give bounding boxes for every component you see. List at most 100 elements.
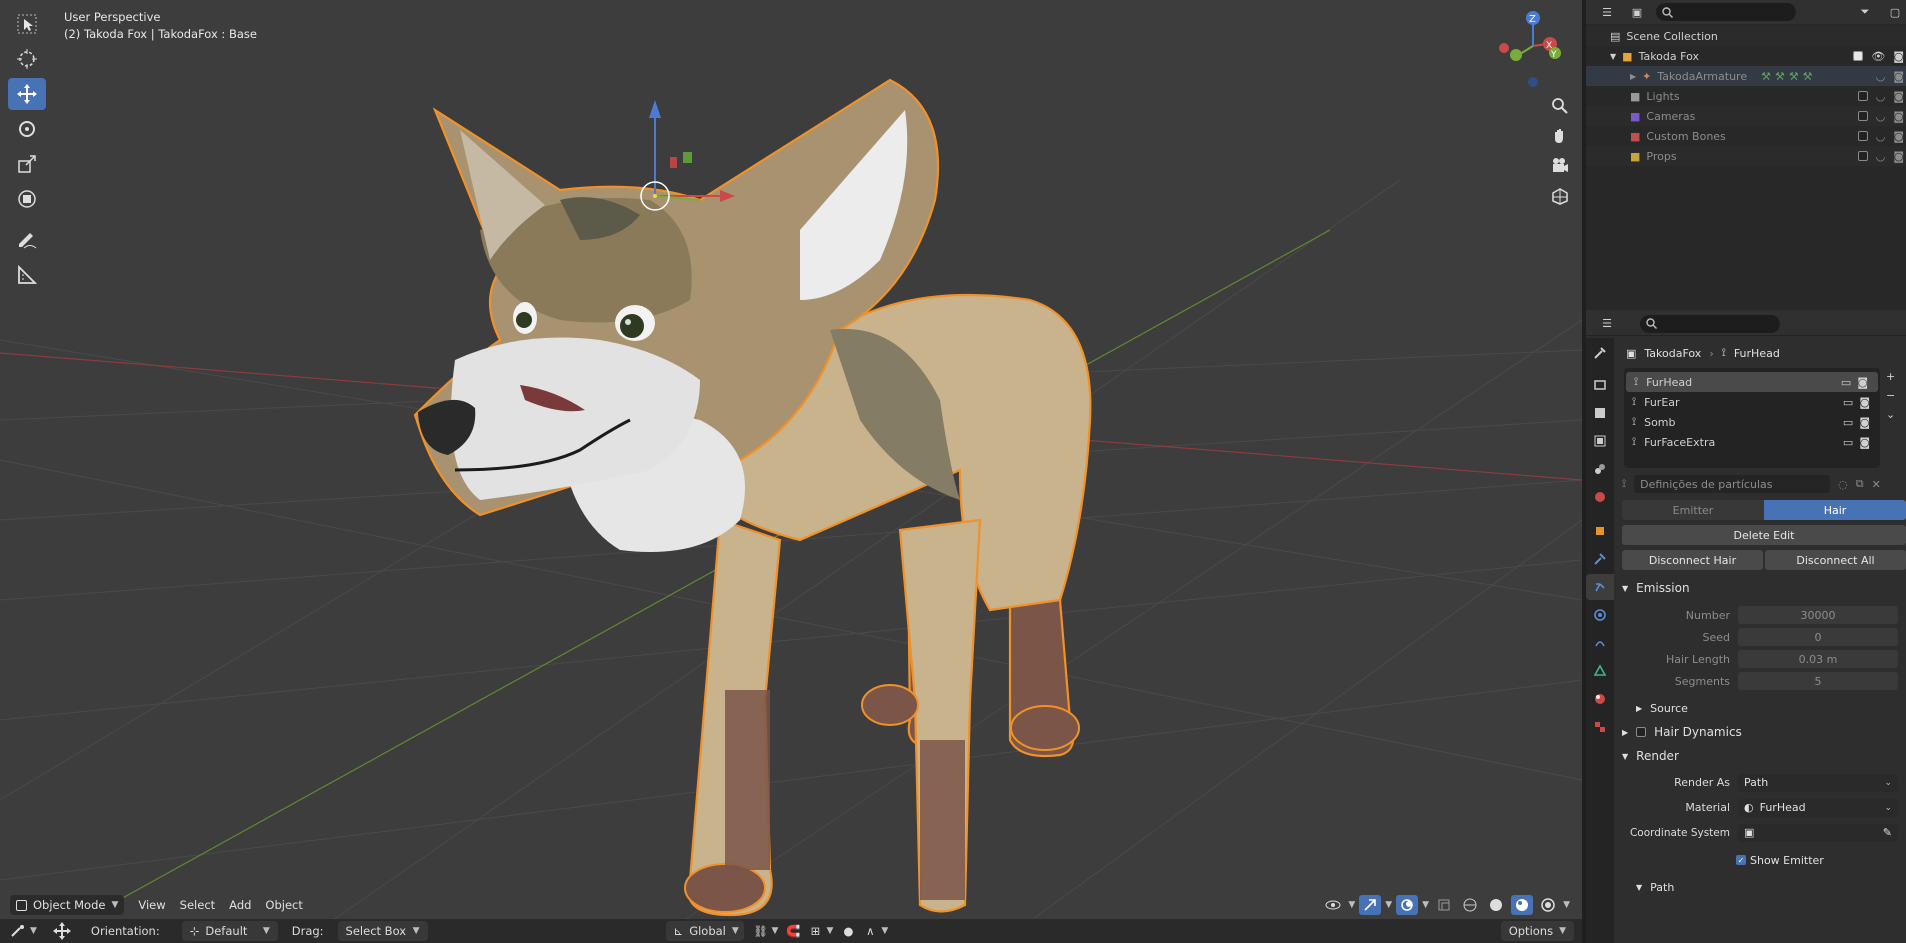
source-subpanel-header[interactable]: ▶ Source bbox=[1622, 696, 1906, 720]
chevron-right-icon[interactable]: ▶ bbox=[1630, 72, 1636, 81]
material-tab-icon[interactable] bbox=[1586, 686, 1614, 712]
tool-icon-dropdown[interactable]: ▼ bbox=[10, 924, 37, 938]
rendered-shading-icon[interactable] bbox=[1537, 895, 1559, 915]
select-box-tool[interactable] bbox=[8, 8, 46, 40]
transform-tool[interactable] bbox=[8, 183, 46, 215]
mode-selector[interactable]: Object Mode ▼ bbox=[10, 895, 125, 915]
tool-tab-icon[interactable] bbox=[1586, 340, 1614, 366]
monitor-icon[interactable]: ▭ bbox=[1843, 436, 1853, 449]
menu-add[interactable]: Add bbox=[229, 898, 251, 912]
type-hair-button[interactable]: Hair bbox=[1764, 500, 1906, 520]
include-checkbox[interactable] bbox=[1853, 51, 1864, 61]
delete-edit-button[interactable]: Delete Edit bbox=[1622, 525, 1906, 545]
fox-model[interactable] bbox=[0, 0, 1582, 943]
menu-select[interactable]: Select bbox=[180, 898, 215, 912]
output-tab-icon[interactable] bbox=[1586, 400, 1614, 426]
outliner-row-scene-collection[interactable]: ▤ Scene Collection bbox=[1586, 26, 1906, 46]
eye-icon[interactable]: ◡ bbox=[1876, 90, 1886, 103]
solid-shading-icon[interactable] bbox=[1485, 895, 1507, 915]
list-item[interactable]: ⟟ FurHead ▭ ◙ bbox=[1626, 372, 1878, 392]
chevron-down-icon[interactable]: ▼ bbox=[826, 926, 833, 936]
eyedropper-icon[interactable]: ✎ bbox=[1883, 826, 1892, 839]
falloff-icon[interactable]: ∧ bbox=[859, 921, 881, 941]
show-emitter-checkbox[interactable]: ✓ bbox=[1736, 855, 1746, 865]
texture-tab-icon[interactable] bbox=[1586, 714, 1614, 740]
seed-field[interactable]: 0 bbox=[1738, 628, 1898, 646]
outliner-row-custom-bones[interactable]: ■ Custom Bones ◡ ◙ bbox=[1586, 126, 1906, 146]
gizmo-toggle-icon[interactable] bbox=[1359, 895, 1382, 915]
cursor-tool[interactable] bbox=[8, 43, 46, 75]
camera-icon[interactable]: ◙ bbox=[1859, 416, 1870, 429]
chevron-down-icon[interactable]: ▼ bbox=[1422, 900, 1429, 910]
outliner-row-takoda-fox[interactable]: ▼ ■ Takoda Fox 👁 ◙ bbox=[1586, 46, 1906, 66]
monitor-icon[interactable]: ▭ bbox=[1841, 376, 1851, 389]
view-layer-tab-icon[interactable] bbox=[1586, 428, 1614, 454]
orientation-dropdown[interactable]: ⊹ Default ▼ bbox=[181, 921, 278, 941]
outliner-search-input[interactable] bbox=[1656, 3, 1796, 21]
hair-length-field[interactable]: 0.03 m bbox=[1738, 650, 1898, 668]
chevron-down-icon[interactable]: ⌄ bbox=[1886, 408, 1902, 421]
xray-icon[interactable] bbox=[1433, 895, 1455, 915]
camera-view-icon[interactable] bbox=[1546, 152, 1574, 180]
pivot-icon[interactable]: ⛓ bbox=[750, 921, 772, 941]
chevron-down-icon[interactable]: ▼ bbox=[1348, 900, 1355, 910]
transform-space-dropdown[interactable]: ⊾ Global ▼ bbox=[665, 921, 744, 941]
hair-dynamics-checkbox[interactable] bbox=[1636, 727, 1647, 737]
duplicate-icon[interactable]: ⧉ bbox=[1856, 477, 1864, 491]
list-item[interactable]: ⟟ FurFaceExtra ▭ ◙ bbox=[1624, 432, 1880, 452]
emission-panel-header[interactable]: ▼ Emission bbox=[1622, 576, 1906, 600]
ortho-grid-icon[interactable] bbox=[1546, 182, 1574, 210]
wireframe-shading-icon[interactable] bbox=[1459, 895, 1481, 915]
path-subpanel-header[interactable]: ▼ Path bbox=[1622, 875, 1906, 899]
include-checkbox[interactable] bbox=[1857, 151, 1868, 161]
eye-icon[interactable]: ◡ bbox=[1876, 150, 1886, 163]
particles-tab-icon[interactable] bbox=[1586, 574, 1614, 600]
new-collection-icon[interactable]: ▢ bbox=[1884, 2, 1906, 22]
proportional-edit-icon[interactable]: ● bbox=[837, 921, 859, 941]
snap-icon[interactable]: 🧲 bbox=[782, 921, 804, 941]
annotate-tool[interactable] bbox=[8, 224, 46, 256]
number-field[interactable]: 30000 bbox=[1738, 606, 1898, 624]
menu-object[interactable]: Object bbox=[265, 898, 302, 912]
rotate-tool[interactable] bbox=[8, 113, 46, 145]
chevron-down-icon[interactable]: ▼ bbox=[772, 926, 779, 936]
monitor-icon[interactable]: ▭ bbox=[1843, 416, 1853, 429]
camera-icon[interactable]: ◙ bbox=[1893, 70, 1904, 83]
outliner-row-cameras[interactable]: ■ Cameras ◡ ◙ bbox=[1586, 106, 1906, 126]
chevron-down-icon[interactable]: ▼ bbox=[1385, 900, 1392, 910]
chevron-down-icon[interactable]: ▼ bbox=[881, 926, 888, 936]
hair-dynamics-panel-header[interactable]: ▶ Hair Dynamics bbox=[1614, 720, 1906, 744]
scale-tool[interactable] bbox=[8, 148, 46, 180]
include-checkbox[interactable] bbox=[1857, 91, 1868, 101]
render-as-dropdown[interactable]: Path ⌄ bbox=[1738, 773, 1898, 792]
fake-user-icon[interactable]: ◌ bbox=[1838, 478, 1848, 491]
camera-icon[interactable]: ◙ bbox=[1893, 90, 1904, 103]
snap-target-icon[interactable]: ⊞ bbox=[804, 921, 826, 941]
display-mode-icon[interactable]: ▣ bbox=[1626, 2, 1648, 22]
measure-tool[interactable] bbox=[8, 259, 46, 291]
editor-type-icon[interactable]: ☰ bbox=[1596, 2, 1618, 22]
object-tab-icon[interactable] bbox=[1586, 518, 1614, 544]
camera-icon[interactable]: ◙ bbox=[1859, 396, 1870, 409]
move-tool[interactable] bbox=[8, 78, 46, 110]
camera-icon[interactable]: ◙ bbox=[1893, 50, 1904, 63]
navigation-gizmo[interactable]: Z X Y bbox=[1498, 8, 1568, 88]
chevron-down-icon[interactable]: ▼ bbox=[1610, 52, 1616, 61]
include-checkbox[interactable] bbox=[1857, 111, 1868, 121]
add-icon[interactable]: + bbox=[1886, 370, 1902, 383]
eye-icon[interactable]: ◡ bbox=[1876, 130, 1886, 143]
type-emitter-button[interactable]: Emitter bbox=[1622, 500, 1764, 520]
list-item[interactable]: ⟟ Somb ▭ ◙ bbox=[1624, 412, 1880, 432]
coordinate-system-field[interactable]: ▣ ✎ bbox=[1738, 823, 1898, 842]
physics-tab-icon[interactable] bbox=[1586, 602, 1614, 628]
overlays-icon[interactable] bbox=[1396, 895, 1419, 915]
outliner-row-takoda-armature[interactable]: ▶ ✦ TakodaArmature ⚒⚒⚒⚒ ◡ ◙ bbox=[1586, 66, 1906, 86]
zoom-icon[interactable] bbox=[1546, 92, 1574, 120]
include-checkbox[interactable] bbox=[1857, 131, 1868, 141]
properties-search-input[interactable] bbox=[1640, 314, 1780, 333]
eye-icon[interactable]: ◡ bbox=[1876, 110, 1886, 123]
camera-icon[interactable]: ◙ bbox=[1893, 130, 1904, 143]
camera-icon[interactable]: ◙ bbox=[1857, 376, 1868, 389]
material-dropdown[interactable]: ◐ FurHead ⌄ bbox=[1738, 798, 1898, 817]
close-icon[interactable]: ✕ bbox=[1872, 478, 1881, 491]
